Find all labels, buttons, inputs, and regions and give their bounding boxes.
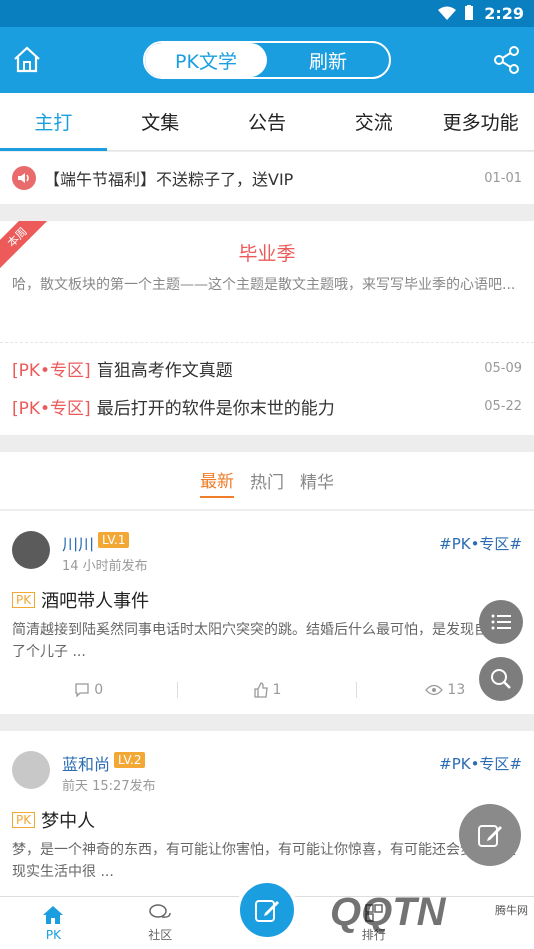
status-bar: 2:29 [0, 0, 534, 27]
share-icon[interactable] [492, 45, 522, 75]
post-card[interactable]: 川川 LV.1 14 小时前发布 #PK•专区# PK 酒吧带人事件 简清越接到… [0, 511, 534, 714]
app-bar: PK文学 刷新 [0, 27, 534, 93]
notice-bar[interactable]: 【端午节福利】不送粽子了，送VIP 01-01 [0, 152, 534, 204]
divider [0, 342, 534, 343]
edit-fab[interactable] [459, 804, 521, 866]
topic-date: 05-09 [484, 360, 522, 376]
thumbs-up-icon [253, 682, 268, 698]
weekly-description: 哈，散文板块的第一个主题——这个主题是散文主题哦，来写写毕业季的心语吧... [12, 277, 516, 293]
segment-pk-literature[interactable]: PK文学 [145, 43, 267, 77]
tab-more[interactable]: 更多功能 [427, 93, 534, 150]
post-stats: 0 1 13 [0, 675, 534, 705]
nav-pk[interactable]: PK [0, 897, 107, 949]
level-badge: LV.1 [98, 532, 130, 548]
home-icon[interactable] [12, 45, 42, 75]
post-zone[interactable]: #PK•专区# [439, 533, 522, 554]
pk-badge: PK [12, 812, 36, 828]
wifi-icon [438, 6, 456, 20]
tab-bar: 主打 文集 公告 交流 更多功能 [0, 93, 534, 151]
comment-icon [75, 683, 89, 697]
compose-button[interactable] [236, 879, 298, 941]
tab-main[interactable]: 主打 [0, 93, 107, 151]
post-title-row: PK 梦中人 [12, 807, 95, 833]
like-count: 1 [272, 682, 282, 698]
battery-icon [465, 5, 473, 20]
nav-pk-label: PK [45, 927, 61, 942]
comment-stat[interactable]: 0 [0, 682, 177, 698]
like-stat[interactable]: 1 [178, 682, 355, 698]
tab-collection[interactable]: 文集 [107, 93, 214, 150]
weekly-topic-card: 本周 毕业季 哈，散文板块的第一个主题——这个主题是散文主题哦，来写写毕业季的心… [0, 221, 534, 435]
weekly-title[interactable]: 毕业季 [0, 239, 534, 266]
filter-best[interactable]: 精华 [300, 464, 334, 497]
post-title-row: PK 酒吧带人事件 [12, 587, 149, 613]
segment-refresh[interactable]: 刷新 [267, 43, 389, 77]
post-excerpt: 梦，是一个神奇的东西，有可能让你害怕，有可能让你惊喜，有可能还会梦见一些现实生活… [12, 842, 516, 880]
comment-count: 0 [94, 682, 104, 698]
post-author[interactable]: 川川 [62, 531, 94, 555]
status-time: 2:29 [484, 4, 524, 23]
filter-hot[interactable]: 热门 [250, 464, 284, 497]
nav-community[interactable]: 社区 [107, 897, 214, 949]
topic-tag: [PK•专区] [12, 360, 91, 381]
notice-date: 01-01 [484, 170, 522, 186]
list-icon [491, 614, 511, 630]
pk-badge: PK [12, 592, 36, 608]
tab-announcement[interactable]: 公告 [214, 93, 321, 150]
post-zone[interactable]: #PK•专区# [439, 753, 522, 774]
list-fab[interactable] [479, 600, 523, 644]
edit-icon [255, 900, 279, 922]
edit-icon [478, 825, 502, 847]
watermark-small: 腾牛网 [495, 904, 528, 917]
home-icon [43, 905, 64, 924]
post-title: 梦中人 [41, 811, 96, 832]
segmented-control: PK文学 刷新 [143, 41, 391, 79]
view-count: 13 [447, 682, 466, 698]
post-time: 14 小时前发布 [62, 559, 148, 574]
filter-latest[interactable]: 最新 [200, 463, 234, 498]
topic-title: 盲狙高考作文真题 [96, 360, 233, 381]
speaker-icon [12, 166, 36, 190]
avatar[interactable] [12, 531, 50, 569]
search-fab[interactable] [479, 657, 523, 701]
chat-icon [149, 904, 171, 918]
post-author[interactable]: 蓝和尚 [62, 751, 110, 775]
watermark: QQTN [330, 890, 446, 934]
post-card[interactable]: 蓝和尚 LV.2 前天 15:27发布 #PK•专区# PK 梦中人 梦，是一个… [0, 731, 534, 896]
tab-exchange[interactable]: 交流 [320, 93, 427, 150]
status-icons [438, 5, 474, 21]
topic-title: 最后打开的软件是你末世的能力 [96, 398, 335, 419]
search-icon [491, 669, 511, 689]
topic-row[interactable]: [PK•专区] 最后打开的软件是你末世的能力 05-22 [0, 387, 534, 425]
topic-tag: [PK•专区] [12, 398, 91, 419]
post-excerpt: 简清越接到陆奚然同事电话时太阳穴突突的跳。结婚后什么最可怕，是发现自己养了个儿子… [12, 622, 516, 660]
topic-date: 05-22 [484, 398, 522, 414]
eye-icon [425, 684, 444, 696]
nav-community-label: 社区 [148, 928, 173, 942]
notice-text: 【端午节福利】不送粽子了，送VIP [44, 170, 294, 189]
topic-row[interactable]: [PK•专区] 盲狙高考作文真题 05-09 [0, 349, 534, 387]
post-title: 酒吧带人事件 [41, 591, 150, 612]
post-filter-tabs: 最新 热门 精华 [0, 452, 534, 510]
level-badge: LV.2 [114, 752, 146, 768]
post-time: 前天 15:27发布 [62, 779, 156, 794]
avatar[interactable] [12, 751, 50, 789]
